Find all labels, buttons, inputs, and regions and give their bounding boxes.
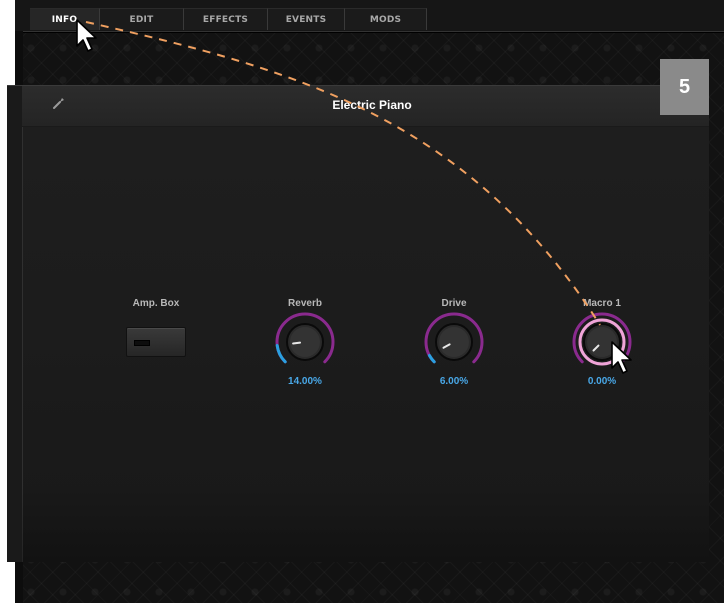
drive-knob-cap [439, 327, 469, 357]
drive-knob-level [427, 353, 436, 364]
macro1-value: 0.00% [587, 376, 617, 387]
tab-bar: INFO EDIT EFFECTS EVENTS MODS [15, 0, 724, 32]
step-badge: 5 [660, 59, 709, 115]
reverb-knob-level [275, 344, 287, 364]
drive-knob[interactable] [422, 310, 486, 374]
panel-left-bar [7, 86, 23, 562]
amp-box-switch[interactable] [126, 327, 186, 357]
panel-footer [22, 486, 709, 562]
drive-label: Drive [441, 298, 467, 309]
macro1-label: Macro 1 [583, 298, 621, 309]
tab-info[interactable]: INFO [30, 8, 100, 30]
macro1-knob[interactable] [570, 310, 634, 374]
reverb-knob[interactable] [273, 310, 337, 374]
tab-mods[interactable]: MODS [345, 8, 427, 30]
macro1-knob-cap [587, 327, 617, 357]
amp-box-label: Amp. Box [132, 298, 180, 309]
panel-title: Electric Piano [332, 98, 412, 112]
reverb-knob-pointer [292, 341, 302, 345]
drive-value: 6.00% [439, 376, 469, 387]
reverb-value: 14.00% [288, 376, 322, 387]
reverb-label: Reverb [288, 298, 322, 309]
amp-box-indicator [134, 340, 150, 346]
reverb-knob-cap [290, 327, 320, 357]
tab-effects[interactable]: EFFECTS [184, 8, 268, 30]
wrench-icon[interactable] [51, 95, 67, 111]
tab-events[interactable]: EVENTS [268, 8, 345, 30]
tab-edit[interactable]: EDIT [100, 8, 184, 30]
